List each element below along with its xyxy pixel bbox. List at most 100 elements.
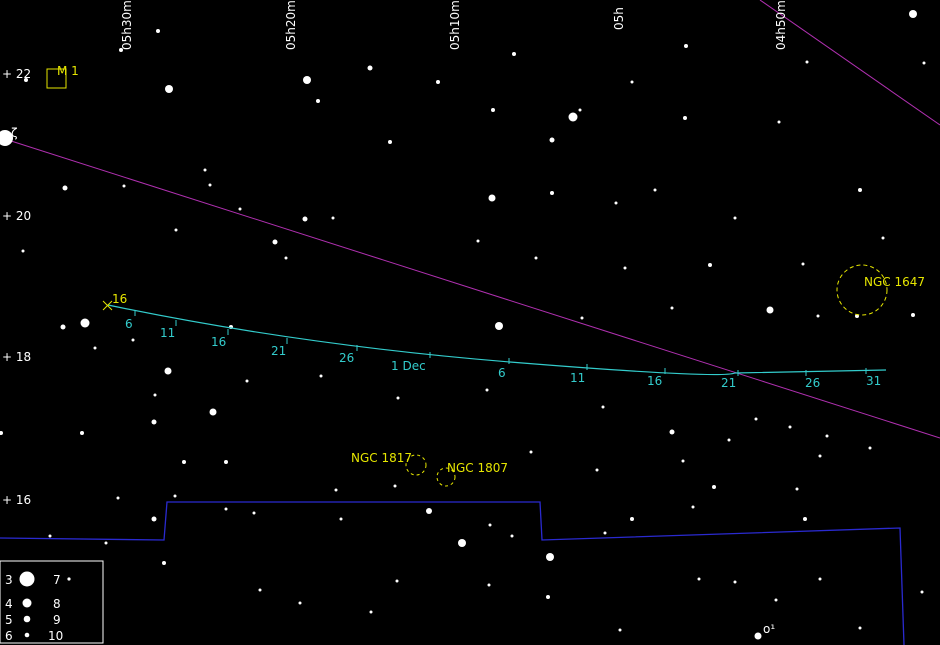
dec-label: + 20 <box>2 209 31 223</box>
track-tick-label: 21 <box>721 376 736 390</box>
star <box>119 48 123 52</box>
star <box>578 108 582 112</box>
star <box>733 216 737 220</box>
star <box>708 263 712 267</box>
legend-mag-label: 8 <box>53 597 61 611</box>
star <box>21 249 25 253</box>
star <box>727 438 731 442</box>
star <box>534 256 538 260</box>
legend-star-icon <box>22 598 32 608</box>
ra-label: 04h50m <box>774 0 788 50</box>
star <box>803 517 807 521</box>
star <box>630 517 634 521</box>
star <box>209 408 217 416</box>
object-label: NGC 1807 <box>447 461 508 475</box>
star <box>80 318 90 328</box>
star <box>303 76 311 84</box>
track-tick-label: 6 <box>125 317 133 331</box>
star <box>529 450 533 454</box>
star <box>568 112 578 122</box>
ra-label: 05h <box>612 7 626 30</box>
star <box>488 194 496 202</box>
legend-mag-label: 9 <box>53 613 61 627</box>
star <box>684 44 688 48</box>
star <box>165 85 173 93</box>
star <box>818 577 822 581</box>
star <box>580 316 584 320</box>
track-tick-label: 11 <box>160 326 175 340</box>
star <box>881 236 885 240</box>
star <box>153 393 157 397</box>
star <box>683 116 687 120</box>
star <box>367 65 373 71</box>
star <box>495 322 503 330</box>
star <box>487 583 491 587</box>
object-label: NGC 1817 <box>351 451 412 465</box>
star <box>104 541 108 545</box>
star <box>24 78 28 82</box>
track-tick-label: 31 <box>866 374 881 388</box>
star <box>546 553 554 561</box>
star <box>116 496 120 500</box>
track-tick-label: 26 <box>805 376 820 390</box>
star <box>173 494 177 498</box>
star <box>436 80 440 84</box>
star <box>795 487 799 491</box>
star <box>801 262 805 266</box>
star <box>733 580 737 584</box>
star <box>426 508 432 514</box>
star <box>208 183 212 187</box>
sky-background <box>0 0 940 645</box>
legend-mag-label: 4 <box>5 597 13 611</box>
star <box>122 184 126 188</box>
star <box>766 306 774 314</box>
star <box>224 507 228 511</box>
star <box>174 228 178 232</box>
legend-mag-label: 10 <box>48 629 63 643</box>
star <box>550 191 554 195</box>
star <box>777 120 781 124</box>
star <box>334 488 338 492</box>
star <box>858 626 862 630</box>
star <box>284 256 288 260</box>
star <box>510 534 514 538</box>
star <box>922 61 926 65</box>
track-tick-label: 21 <box>271 344 286 358</box>
star <box>393 484 397 488</box>
star <box>774 598 778 602</box>
star <box>712 485 716 489</box>
star <box>60 324 66 330</box>
track-tick-label: 6 <box>498 366 506 380</box>
star <box>245 379 249 383</box>
star <box>623 266 627 270</box>
star-label-omicron1: o¹ <box>763 622 775 636</box>
track-tick-label: 11 <box>570 371 585 385</box>
star <box>788 425 792 429</box>
star <box>224 460 228 464</box>
track-tick-label: 1 Dec <box>391 359 426 373</box>
track-tick-label: 26 <box>339 351 354 365</box>
star <box>396 396 400 400</box>
star-chart: 05h30m 05h20m 05h10m 05h 04h50m + 22 + 2… <box>0 0 940 645</box>
track-tick-label: 16 <box>647 374 662 388</box>
star <box>911 313 915 317</box>
star <box>805 60 809 64</box>
star <box>302 216 308 222</box>
track-start-label: 16 <box>112 292 127 306</box>
star <box>920 590 924 594</box>
star <box>868 446 872 450</box>
star <box>331 216 335 220</box>
star <box>93 346 97 350</box>
star <box>754 417 758 421</box>
star <box>203 168 207 172</box>
ra-label: 05h20m <box>284 0 298 50</box>
star <box>162 561 166 565</box>
star <box>691 505 695 509</box>
dec-label: + 18 <box>2 350 31 364</box>
star <box>546 595 550 599</box>
legend-star-icon <box>67 577 71 581</box>
star <box>818 454 822 458</box>
legend-star-icon <box>19 571 35 587</box>
star <box>238 207 242 211</box>
object-label: M 1 <box>57 64 79 78</box>
